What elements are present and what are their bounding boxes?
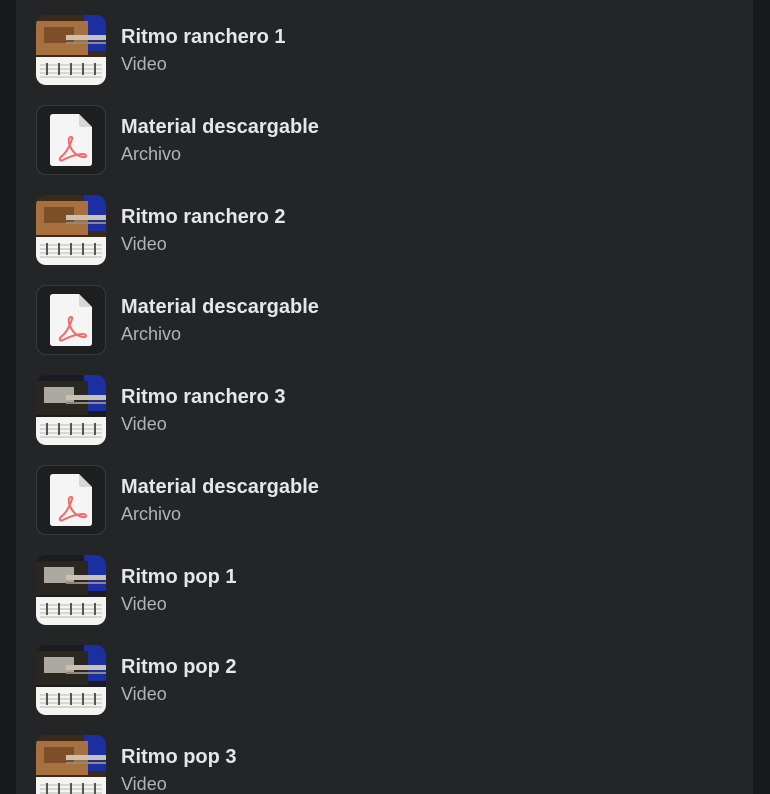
lesson-title: Material descargable: [121, 116, 319, 138]
lesson-type: Archivo: [121, 504, 182, 524]
lesson-title: Ritmo ranchero 3: [121, 386, 286, 408]
lesson-text: Material descargable Archivo: [121, 294, 319, 346]
lesson-list-item[interactable]: Ritmo ranchero 2 Video: [16, 195, 753, 265]
lesson-title: Ritmo ranchero 2: [121, 206, 286, 228]
pdf-file-icon: [36, 285, 106, 355]
lesson-text: Material descargable Archivo: [121, 114, 319, 166]
guitar-video-thumbnail: [36, 555, 106, 625]
lesson-type: Video: [121, 54, 167, 74]
guitar-video-thumbnail: [36, 15, 106, 85]
lesson-text: Ritmo ranchero 3 Video: [121, 384, 285, 436]
content-panel: Ritmo ranchero 1 Video Material descargab…: [16, 0, 753, 794]
lesson-type: Archivo: [121, 324, 182, 344]
lesson-list-item[interactable]: Ritmo pop 1 Video: [16, 555, 753, 625]
guitar-video-thumbnail: [36, 375, 106, 445]
lesson-text: Material descargable Archivo: [121, 474, 319, 526]
guitar-video-thumbnail: [36, 645, 106, 715]
lesson-type: Video: [121, 774, 167, 794]
lesson-title: Ritmo ranchero 1: [121, 26, 286, 48]
lesson-list-item[interactable]: Ritmo ranchero 3 Video: [16, 375, 753, 445]
lesson-text: Ritmo pop 3 Video: [121, 744, 237, 794]
lesson-type: Video: [121, 414, 167, 434]
lesson-type: Video: [121, 684, 167, 704]
lesson-list-item[interactable]: Material descargable Archivo: [16, 465, 753, 535]
lesson-list-item[interactable]: Material descargable Archivo: [16, 105, 753, 175]
lesson-list-item[interactable]: Material descargable Archivo: [16, 285, 753, 355]
guitar-video-thumbnail: [36, 735, 106, 794]
lesson-list-item[interactable]: Ritmo pop 3 Video: [16, 735, 753, 794]
guitar-video-thumbnail: [36, 195, 106, 265]
lesson-list: Ritmo ranchero 1 Video Material descargab…: [16, 15, 753, 794]
lesson-title: Ritmo pop 2: [121, 656, 237, 678]
lesson-list-item[interactable]: Ritmo ranchero 1 Video: [16, 15, 753, 85]
lesson-text: Ritmo ranchero 1 Video: [121, 24, 285, 76]
lesson-type: Video: [121, 234, 167, 254]
lesson-title: Ritmo pop 1: [121, 566, 237, 588]
lesson-text: Ritmo pop 1 Video: [121, 564, 237, 616]
lesson-title: Ritmo pop 3: [121, 746, 237, 768]
lesson-text: Ritmo pop 2 Video: [121, 654, 237, 706]
lesson-list-item[interactable]: Ritmo pop 2 Video: [16, 645, 753, 715]
lesson-type: Video: [121, 594, 167, 614]
pdf-file-icon: [36, 105, 106, 175]
lesson-text: Ritmo ranchero 2 Video: [121, 204, 285, 256]
pdf-file-icon: [36, 465, 106, 535]
lesson-title: Material descargable: [121, 296, 319, 318]
lesson-title: Material descargable: [121, 476, 319, 498]
lesson-type: Archivo: [121, 144, 182, 164]
